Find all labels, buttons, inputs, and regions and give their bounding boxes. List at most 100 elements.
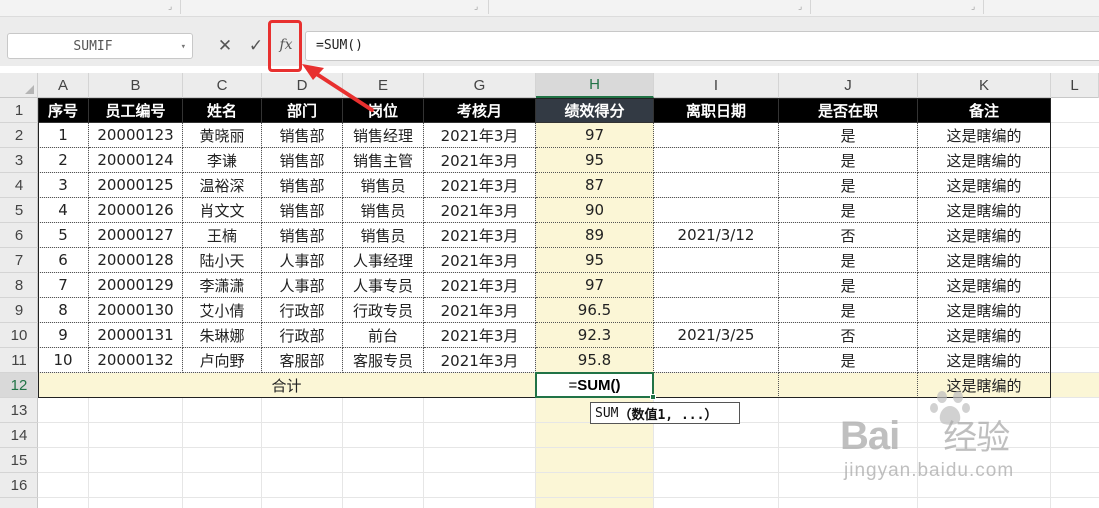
table-cell[interactable]: 销售员 [343,223,424,248]
column-header[interactable]: E [343,73,424,98]
active-cell-h12[interactable]: = SUM() [535,372,654,398]
table-cell[interactable]: 销售员 [343,173,424,198]
table-cell[interactable]: 李谦 [183,148,262,173]
table-header-cell[interactable]: 姓名 [183,98,262,123]
table-header-cell[interactable]: 备注 [918,98,1051,123]
table-cell[interactable]: 20000126 [89,198,183,223]
table-cell[interactable]: 这是瞎编的 [918,223,1051,248]
table-cell[interactable]: 7 [38,273,89,298]
table-cell[interactable]: 是 [779,123,918,148]
table-cell[interactable]: 人事专员 [343,273,424,298]
table-cell[interactable]: 20000131 [89,323,183,348]
row-header[interactable]: 13 [0,398,38,423]
table-cell[interactable]: 温裕深 [183,173,262,198]
table-cell[interactable]: 王楠 [183,223,262,248]
table-cell[interactable]: 行政部 [262,298,343,323]
table-cell[interactable] [654,123,779,148]
table-cell[interactable]: 是 [779,348,918,373]
table-cell[interactable]: 这是瞎编的 [918,298,1051,323]
table-header-cell[interactable]: 岗位 [343,98,424,123]
row-header[interactable]: 11 [0,348,38,373]
table-cell[interactable]: 否 [779,223,918,248]
row-header[interactable]: 2 [0,123,38,148]
table-cell[interactable]: 87 [536,173,654,198]
table-cell[interactable]: 黄晓丽 [183,123,262,148]
table-cell[interactable]: 销售员 [343,198,424,223]
table-cell[interactable]: 2021年3月 [424,298,536,323]
table-cell[interactable]: 2021/3/25 [654,323,779,348]
column-header[interactable]: G [424,73,536,98]
table-cell[interactable]: 是 [779,148,918,173]
column-header[interactable]: K [918,73,1051,98]
table-cell[interactable]: 客服部 [262,348,343,373]
table-cell[interactable]: 2021年3月 [424,348,536,373]
table-cell[interactable]: 这是瞎编的 [918,173,1051,198]
table-cell[interactable] [654,273,779,298]
table-cell[interactable]: 朱琳娜 [183,323,262,348]
table-cell[interactable]: 销售部 [262,223,343,248]
table-cell[interactable] [654,348,779,373]
table-cell[interactable]: 卢向野 [183,348,262,373]
table-cell[interactable]: 96.5 [536,298,654,323]
table-cell[interactable]: 销售部 [262,148,343,173]
table-cell[interactable]: 2021年3月 [424,248,536,273]
table-cell[interactable]: 10 [38,348,89,373]
chevron-down-icon[interactable]: ▾ [181,42,186,52]
table-cell[interactable]: 2 [38,148,89,173]
table-cell[interactable]: 20000132 [89,348,183,373]
column-header[interactable]: B [89,73,183,98]
row-header[interactable]: 14 [0,423,38,448]
table-cell[interactable]: 销售部 [262,198,343,223]
table-cell[interactable]: 1 [38,123,89,148]
table-cell[interactable]: 2021年3月 [424,273,536,298]
table-cell[interactable]: 人事部 [262,273,343,298]
row-header[interactable]: 16 [0,473,38,498]
table-cell[interactable]: 这是瞎编的 [918,148,1051,173]
close-icon[interactable]: ✕ [215,35,235,57]
table-header-cell[interactable]: 序号 [38,98,89,123]
table-cell[interactable]: 这是瞎编的 [918,273,1051,298]
row-header[interactable]: 7 [0,248,38,273]
table-header-cell[interactable]: 员工编号 [89,98,183,123]
table-header-cell[interactable]: 部门 [262,98,343,123]
table-cell[interactable]: 5 [38,223,89,248]
table-cell[interactable]: 这是瞎编的 [918,323,1051,348]
table-cell[interactable]: 20000124 [89,148,183,173]
table-header-cell[interactable]: 绩效得分 [536,98,654,123]
table-cell[interactable]: 97 [536,123,654,148]
table-cell[interactable]: 95.8 [536,348,654,373]
table-cell[interactable]: 20000125 [89,173,183,198]
table-cell[interactable]: 2021年3月 [424,223,536,248]
column-header[interactable]: J [779,73,918,98]
table-cell[interactable]: 90 [536,198,654,223]
table-cell[interactable]: 人事部 [262,248,343,273]
row-header[interactable]: 4 [0,173,38,198]
table-cell[interactable]: 否 [779,323,918,348]
row-header[interactable]: 10 [0,323,38,348]
column-header[interactable]: A [38,73,89,98]
table-cell[interactable]: 4 [38,198,89,223]
table-cell[interactable]: 95 [536,148,654,173]
column-header[interactable]: D [262,73,343,98]
table-header-cell[interactable]: 是否在职 [779,98,918,123]
table-cell[interactable]: 陆小天 [183,248,262,273]
table-cell[interactable]: 95 [536,248,654,273]
column-header[interactable]: I [654,73,779,98]
table-cell[interactable] [654,173,779,198]
formula-input[interactable]: =SUM() [305,31,1099,61]
table-cell[interactable]: 2021年3月 [424,123,536,148]
column-header[interactable]: H [536,73,654,98]
table-cell[interactable]: 9 [38,323,89,348]
table-cell[interactable] [654,298,779,323]
table-cell[interactable]: 销售部 [262,173,343,198]
table-cell[interactable]: 人事经理 [343,248,424,273]
row-header[interactable]: 8 [0,273,38,298]
table-cell[interactable]: 3 [38,173,89,198]
dialog-launcher-icon[interactable]: ⌟ [798,2,802,12]
table-cell[interactable]: 销售主管 [343,148,424,173]
column-header[interactable]: C [183,73,262,98]
table-cell[interactable]: 这是瞎编的 [918,248,1051,273]
table-cell[interactable]: 行政专员 [343,298,424,323]
check-icon[interactable]: ✓ [246,35,266,57]
row-header[interactable]: 6 [0,223,38,248]
